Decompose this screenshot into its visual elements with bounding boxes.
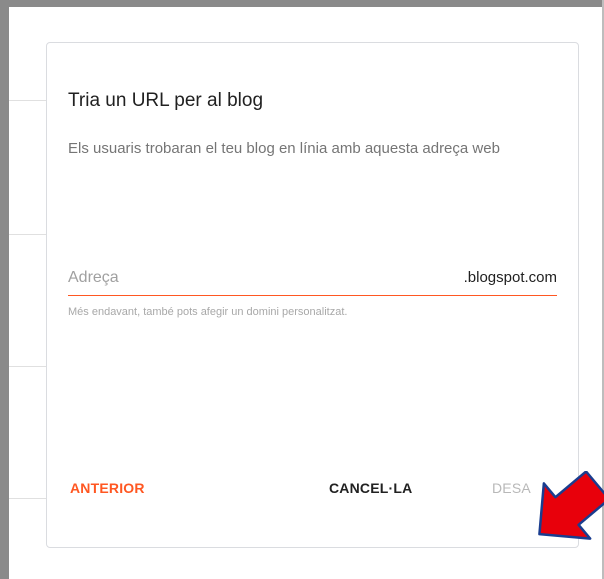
window-border-left <box>0 0 9 579</box>
domain-suffix: .blogspot.com <box>463 269 557 286</box>
dialog-title: Tria un URL per al blog <box>68 90 264 111</box>
back-button[interactable]: ANTERIOR <box>70 480 145 496</box>
screenshot-frame: Tria un URL per al blog Els usuaris trob… <box>0 0 604 579</box>
window-border-top <box>0 0 604 7</box>
address-field: .blogspot.com <box>68 265 557 296</box>
helper-text: Més endavant, també pots afegir un domin… <box>68 306 348 318</box>
red-arrow-icon <box>538 471 604 540</box>
address-input[interactable] <box>68 265 438 291</box>
background-divider <box>9 498 47 499</box>
choose-url-dialog: Tria un URL per al blog Els usuaris trob… <box>46 42 579 548</box>
save-button[interactable]: DESA <box>492 480 531 496</box>
dialog-description: Els usuaris trobaran el teu blog en líni… <box>68 140 500 157</box>
cancel-button[interactable]: CANCEL·LA <box>329 480 412 496</box>
background-divider <box>9 100 47 101</box>
background-divider <box>9 366 47 367</box>
background-divider <box>9 234 47 235</box>
